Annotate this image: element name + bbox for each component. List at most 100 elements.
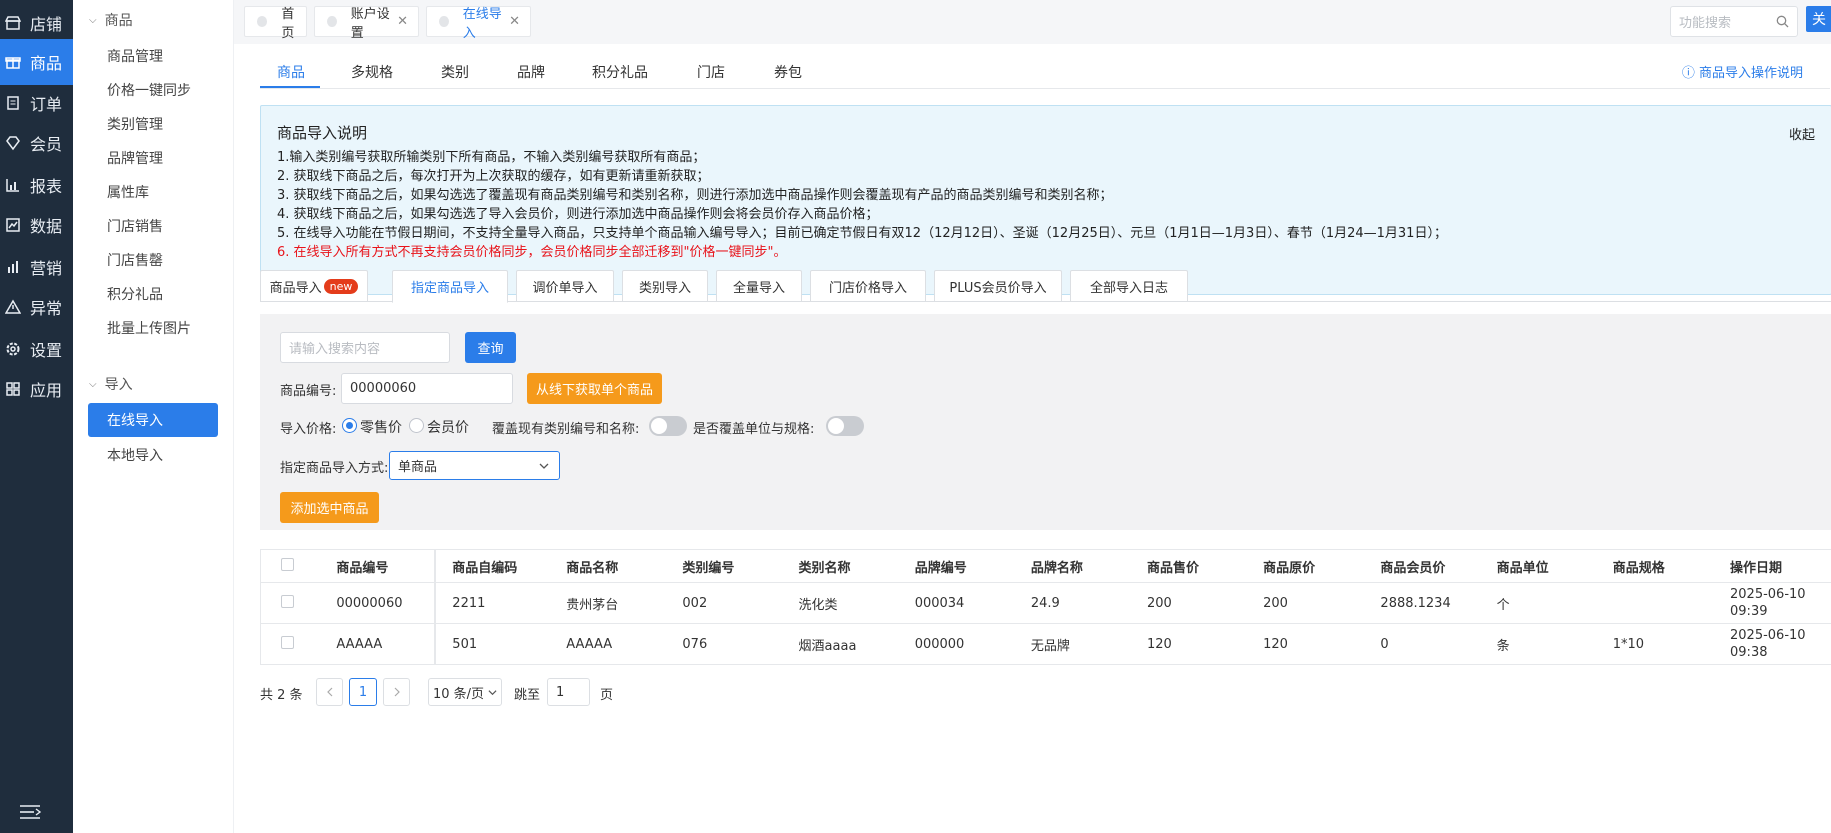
date-cell: 2025-06-10 09:39 xyxy=(1714,582,1831,624)
table-row[interactable]: AAAAA 501 AAAAA 076 烟酒aaaa 000000 无品牌 12… xyxy=(260,623,1831,665)
section-tab-brand[interactable]: 品牌 xyxy=(517,62,545,82)
price-radio-member[interactable] xyxy=(409,418,424,433)
next-page-button[interactable] xyxy=(383,678,410,706)
row-checkbox[interactable] xyxy=(260,623,321,665)
table-row[interactable]: 00000060 2211 贵州茅台 002 洗化类 000034 24.9 2… xyxy=(260,582,1831,624)
menu-collapse-icon[interactable] xyxy=(20,804,42,824)
submenu-item[interactable]: 价格一键同步 xyxy=(107,80,191,100)
import-tab-specified[interactable]: 指定商品导入 xyxy=(392,270,508,303)
col-header[interactable]: 商品会员价 xyxy=(1364,549,1481,583)
submenu-item[interactable]: 门店售罄 xyxy=(107,250,163,270)
shop-icon xyxy=(4,14,22,32)
date-cell: 2025-06-10 09:38 xyxy=(1714,623,1831,665)
select-all-checkbox[interactable] xyxy=(260,549,321,583)
submenu-item[interactable]: 批量上传图片 xyxy=(107,318,191,338)
price-radio-retail[interactable] xyxy=(342,418,357,433)
section-tabs-divider xyxy=(260,88,1830,89)
section-tab-store[interactable]: 门店 xyxy=(697,62,725,82)
diamond-icon xyxy=(4,134,22,152)
import-mode-select[interactable]: 单商品 xyxy=(389,451,560,480)
prev-page-button[interactable] xyxy=(316,678,343,706)
import-tab-full[interactable]: 全量导入 xyxy=(716,270,802,302)
function-search-input[interactable]: 功能搜索 xyxy=(1670,6,1798,37)
submenu-item[interactable]: 属性库 xyxy=(107,182,149,202)
import-tab-label: 商品导入 xyxy=(269,281,322,296)
add-selected-goods-button[interactable]: 添加选中商品 xyxy=(280,492,379,523)
submenu-group-goods[interactable]: ⌵ 商品 xyxy=(89,10,133,30)
cover-unit-toggle[interactable] xyxy=(826,416,864,436)
col-header[interactable]: 商品单位 xyxy=(1480,549,1597,583)
submenu-item-local-import[interactable]: 本地导入 xyxy=(107,445,163,465)
import-tab-plus-price[interactable]: PLUS会员价导入 xyxy=(934,270,1062,302)
search-icon[interactable] xyxy=(1776,15,1789,32)
date-time: 09:38 xyxy=(1730,645,1768,660)
col-header[interactable]: 操作日期 xyxy=(1714,549,1831,583)
jump-page-input[interactable]: 1 xyxy=(547,678,590,706)
table-header-row: 商品编号 商品自编码 商品名称 类别编号 类别名称 品牌编号 品牌名称 商品售价… xyxy=(260,549,1831,583)
import-tab-category[interactable]: 类别导入 xyxy=(622,270,708,302)
col-header[interactable]: 商品编号 xyxy=(320,549,437,583)
submenu-item[interactable]: 门店销售 xyxy=(107,216,163,236)
import-tab-price-adjust[interactable]: 调价单导入 xyxy=(516,270,614,302)
import-tab-all-logs[interactable]: 全部导入日志 xyxy=(1070,270,1188,302)
submenu-item[interactable]: 品牌管理 xyxy=(107,148,163,168)
col-header[interactable]: 商品自编码 xyxy=(435,549,551,583)
cell: AAAAA xyxy=(550,623,667,665)
rail-item-apps[interactable]: 应用 xyxy=(0,366,73,412)
section-tab-points-gift[interactable]: 积分礼品 xyxy=(592,62,648,82)
tab-online-import[interactable]: 在线导入 ✕ xyxy=(426,6,531,41)
query-button[interactable]: 查询 xyxy=(465,332,516,363)
col-header[interactable]: 类别名称 xyxy=(782,549,899,583)
top-right-button[interactable]: 关 xyxy=(1806,6,1831,32)
section-tab-goods[interactable]: 商品 xyxy=(277,62,305,82)
cell xyxy=(1596,582,1715,624)
page-number-button[interactable]: 1 xyxy=(349,678,377,706)
chevron-down-icon: ⌵ xyxy=(89,378,97,390)
col-header[interactable]: 品牌名称 xyxy=(1014,549,1131,583)
rail-label: 订单 xyxy=(30,95,63,114)
help-link-label: 商品导入操作说明 xyxy=(1698,66,1803,81)
col-header[interactable]: 商品名称 xyxy=(550,549,667,583)
import-tab-store-price[interactable]: 门店价格导入 xyxy=(810,270,926,302)
import-notice-panel: 商品导入说明 收起 1.输入类别编号获取所输类别下所有商品，不输入类别编号获取所… xyxy=(260,105,1831,295)
submenu-group-import[interactable]: ⌵ 导入 xyxy=(89,374,133,394)
cover-category-toggle[interactable] xyxy=(649,416,687,436)
col-header[interactable]: 商品原价 xyxy=(1247,549,1365,583)
fetch-single-goods-button[interactable]: 从线下获取单个商品 xyxy=(527,373,662,404)
chevron-right-icon xyxy=(394,687,400,697)
rail-label: 店铺 xyxy=(30,15,63,34)
section-tab-category[interactable]: 类别 xyxy=(441,62,469,82)
rail-item-goods[interactable]: 商品 xyxy=(0,39,73,85)
rail-item-data[interactable]: 数据 xyxy=(0,202,73,248)
col-header[interactable]: 品牌编号 xyxy=(898,549,1015,583)
submenu-group-label: 导入 xyxy=(104,377,133,393)
notice-line: 3. 获取线下商品之后，如果勾选选了覆盖现有商品类别编号和类别名称，则进行添加选… xyxy=(277,188,1113,203)
row-checkbox[interactable] xyxy=(260,582,321,624)
collapse-button[interactable]: 收起 xyxy=(1789,124,1815,143)
col-header[interactable]: 类别编号 xyxy=(666,549,783,583)
col-header[interactable]: 商品售价 xyxy=(1130,549,1248,583)
submenu-item[interactable]: 类别管理 xyxy=(107,114,163,134)
section-tab-coupon[interactable]: 券包 xyxy=(774,62,802,82)
goods-table: 商品编号 商品自编码 商品名称 类别编号 类别名称 品牌编号 品牌名称 商品售价… xyxy=(260,549,1831,665)
close-icon[interactable]: ✕ xyxy=(509,14,520,29)
submenu-item[interactable]: 商品管理 xyxy=(107,46,163,66)
submenu-item[interactable]: 积分礼品 xyxy=(107,284,163,304)
rail-label: 报表 xyxy=(30,177,63,196)
search-input[interactable]: 请输入搜索内容 xyxy=(280,332,450,363)
page-size-select[interactable]: 10 条/页 xyxy=(428,678,502,706)
rail-item-members[interactable]: 会员 xyxy=(0,120,73,166)
tab-dot-icon xyxy=(257,16,268,27)
tab-account-settings[interactable]: 账户设置 ✕ xyxy=(314,6,419,41)
rail-label: 商品 xyxy=(30,54,63,73)
submenu-item-online-import[interactable]: 在线导入 xyxy=(88,403,218,437)
col-header[interactable]: 商品规格 xyxy=(1596,549,1715,583)
code-input[interactable]: 00000060 xyxy=(341,373,513,404)
close-icon[interactable]: ✕ xyxy=(397,14,408,29)
question-circle-icon: ⓘ xyxy=(1681,66,1695,81)
import-help-link[interactable]: ⓘ 商品导入操作说明 xyxy=(1682,62,1803,81)
import-tab-goods[interactable]: 商品导入 new xyxy=(260,270,368,302)
section-tab-multi-spec[interactable]: 多规格 xyxy=(351,62,393,82)
rail-item-exceptions[interactable]: 异常 xyxy=(0,284,73,330)
tab-home[interactable]: 首页 xyxy=(244,6,307,41)
